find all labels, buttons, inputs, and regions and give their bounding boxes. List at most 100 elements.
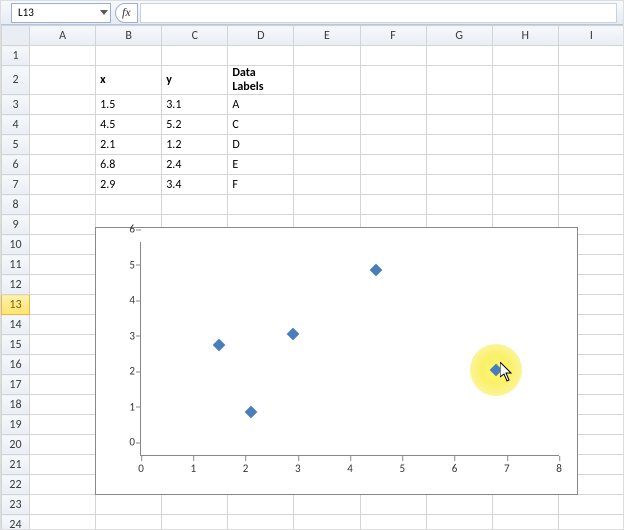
formula-input[interactable]: [140, 3, 617, 23]
cell[interactable]: [30, 46, 96, 66]
cell[interactable]: [426, 95, 492, 115]
cell[interactable]: [360, 46, 426, 66]
cell[interactable]: [30, 135, 96, 155]
cell[interactable]: [30, 255, 96, 275]
cell[interactable]: C: [228, 115, 294, 135]
cell[interactable]: 2.9: [96, 175, 162, 195]
row-header[interactable]: 7: [2, 175, 30, 195]
row-header[interactable]: 20: [2, 435, 30, 455]
row-header[interactable]: 22: [2, 475, 30, 495]
cell[interactable]: [360, 135, 426, 155]
cell[interactable]: [426, 175, 492, 195]
cell[interactable]: [294, 155, 360, 175]
cell[interactable]: 1.2: [162, 135, 228, 155]
row-header[interactable]: 5: [2, 135, 30, 155]
cell[interactable]: [360, 95, 426, 115]
col-header[interactable]: A: [30, 26, 96, 46]
cell[interactable]: [30, 495, 96, 515]
cell[interactable]: [30, 175, 96, 195]
select-all-corner[interactable]: [2, 26, 30, 46]
cell[interactable]: 5.2: [162, 115, 228, 135]
row-header[interactable]: 16: [2, 355, 30, 375]
cell[interactable]: [360, 66, 426, 95]
row-header[interactable]: 3: [2, 95, 30, 115]
cell[interactable]: [492, 135, 558, 155]
cell[interactable]: [426, 115, 492, 135]
row-header[interactable]: 4: [2, 115, 30, 135]
row-header[interactable]: 24: [2, 515, 30, 530]
cell[interactable]: [294, 46, 360, 66]
row-header[interactable]: 18: [2, 395, 30, 415]
row-header[interactable]: 6: [2, 155, 30, 175]
cell[interactable]: [30, 415, 96, 435]
data-point[interactable]: [286, 328, 299, 341]
row-header[interactable]: 11: [2, 255, 30, 275]
cell[interactable]: [96, 46, 162, 66]
cell[interactable]: [162, 495, 228, 515]
cell[interactable]: [30, 95, 96, 115]
cell[interactable]: [30, 195, 96, 215]
cell[interactable]: F: [228, 175, 294, 195]
cell[interactable]: [426, 135, 492, 155]
cell[interactable]: [426, 515, 492, 530]
cell[interactable]: [492, 175, 558, 195]
cell[interactable]: [294, 175, 360, 195]
fx-button[interactable]: fx: [115, 3, 138, 23]
cell[interactable]: [162, 195, 228, 215]
cell[interactable]: [558, 95, 624, 115]
cell[interactable]: [492, 46, 558, 66]
cell[interactable]: [30, 435, 96, 455]
cell[interactable]: [492, 195, 558, 215]
data-point[interactable]: [244, 406, 257, 419]
cell[interactable]: [558, 175, 624, 195]
cell[interactable]: [30, 295, 96, 315]
row-header[interactable]: 10: [2, 235, 30, 255]
cell[interactable]: [30, 335, 96, 355]
cell[interactable]: [558, 515, 624, 530]
cell[interactable]: [96, 515, 162, 530]
col-header[interactable]: B: [96, 26, 162, 46]
col-header[interactable]: F: [360, 26, 426, 46]
row-header[interactable]: 15: [2, 335, 30, 355]
cell[interactable]: [30, 215, 96, 235]
chevron-down-icon[interactable]: [100, 10, 108, 15]
col-header[interactable]: D: [228, 26, 294, 46]
cell[interactable]: E: [228, 155, 294, 175]
cell[interactable]: [558, 495, 624, 515]
cell[interactable]: [426, 66, 492, 95]
cell[interactable]: [558, 135, 624, 155]
cell[interactable]: [294, 135, 360, 155]
cell[interactable]: [558, 46, 624, 66]
cell[interactable]: [426, 155, 492, 175]
cell[interactable]: [294, 66, 360, 95]
cell[interactable]: 1.5: [96, 95, 162, 115]
cell[interactable]: [360, 195, 426, 215]
cell[interactable]: 3.4: [162, 175, 228, 195]
col-header[interactable]: H: [492, 26, 558, 46]
cell[interactable]: [228, 515, 294, 530]
cell[interactable]: [30, 455, 96, 475]
cell[interactable]: x: [96, 66, 162, 95]
cell[interactable]: [492, 115, 558, 135]
cell[interactable]: [30, 475, 96, 495]
row-header[interactable]: 2: [2, 66, 30, 95]
row-header[interactable]: 19: [2, 415, 30, 435]
col-header[interactable]: I: [558, 26, 624, 46]
cell[interactable]: [96, 495, 162, 515]
cell[interactable]: [558, 66, 624, 95]
cell[interactable]: 2.1: [96, 135, 162, 155]
embedded-chart[interactable]: 0123456012345678: [95, 227, 578, 495]
cell[interactable]: [228, 46, 294, 66]
cell[interactable]: [492, 155, 558, 175]
cell[interactable]: [426, 495, 492, 515]
cell[interactable]: [360, 155, 426, 175]
cell[interactable]: A: [228, 95, 294, 115]
row-header[interactable]: 1: [2, 46, 30, 66]
cell[interactable]: 4.5: [96, 115, 162, 135]
row-header[interactable]: 17: [2, 375, 30, 395]
cell[interactable]: 6.8: [96, 155, 162, 175]
cell[interactable]: [360, 115, 426, 135]
col-header[interactable]: E: [294, 26, 360, 46]
cell[interactable]: [30, 235, 96, 255]
cell[interactable]: y: [162, 66, 228, 95]
